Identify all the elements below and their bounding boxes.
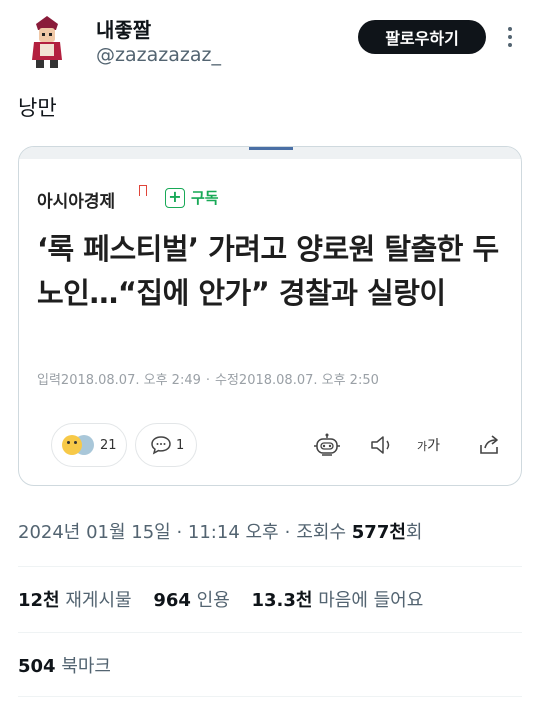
font-size-large-label: 가 bbox=[427, 438, 441, 454]
comment-count: 1 bbox=[176, 437, 185, 453]
publisher-name[interactable]: 아시아경제 bbox=[37, 187, 115, 212]
divider bbox=[18, 632, 522, 633]
reaction-count: 21 bbox=[100, 437, 117, 453]
speaker-icon[interactable] bbox=[369, 433, 395, 457]
likes-stat[interactable]: 13.3천 마음에 들어요 bbox=[252, 590, 424, 611]
follow-button[interactable]: 팔로우하기 bbox=[358, 20, 486, 54]
engagement-stats: 12천 재게시물 964 인용 13.3천 마음에 들어요 bbox=[18, 586, 423, 612]
comment-button[interactable]: 1 bbox=[135, 423, 197, 467]
bookmarks-label: 북마크 bbox=[61, 656, 111, 677]
emoji-reaction-icon bbox=[62, 435, 82, 455]
article-dates: 입력2018.08.07. 오후 2:49 · 수정2018.08.07. 오후 2… bbox=[37, 369, 379, 388]
share-icon[interactable] bbox=[477, 433, 503, 457]
comment-icon bbox=[151, 436, 171, 455]
date-separator: · bbox=[205, 373, 211, 388]
subscribe-button[interactable]: + 구독 bbox=[165, 187, 219, 208]
quotes-stat[interactable]: 964 인용 bbox=[153, 590, 229, 611]
subscribe-label: 구독 bbox=[191, 189, 219, 207]
views-count: 577천 bbox=[351, 522, 406, 543]
plus-icon: + bbox=[165, 187, 185, 208]
news-card[interactable]: 아시아경제 + 구독 ‘록 페스티벌’ 가려고 양로원 탈출한 두 노인…“집에… bbox=[18, 146, 522, 486]
input-date: 입력2018.08.07. 오후 2:49 bbox=[37, 373, 201, 388]
edit-date: 수정2018.08.07. 오후 2:50 bbox=[215, 373, 379, 388]
quotes-label: 인용 bbox=[196, 590, 230, 611]
retweets-label: 재게시물 bbox=[65, 590, 132, 611]
retweets-count: 12천 bbox=[18, 590, 60, 611]
divider bbox=[18, 696, 522, 697]
views-label: 조회수 bbox=[296, 522, 347, 543]
views-suffix: 회 bbox=[405, 522, 423, 543]
font-size-small-label: 가 bbox=[417, 440, 428, 453]
divider bbox=[18, 566, 522, 567]
likes-count: 13.3천 bbox=[251, 590, 313, 611]
article-headline[interactable]: ‘록 페스티벌’ 가려고 양로원 탈출한 두 노인…“집에 안가” 경찰과 실랑… bbox=[37, 227, 507, 315]
display-name[interactable]: 내좋짤 bbox=[96, 14, 151, 43]
tweet-meta: 2024년 01월 15일 · 11:14 오후 · 조회수 577천회 bbox=[18, 522, 423, 543]
bookmarks-stat[interactable]: 504 북마크 bbox=[18, 652, 111, 678]
robot-icon[interactable] bbox=[313, 433, 341, 459]
font-size-button[interactable]: 가가 bbox=[417, 435, 440, 455]
tweet-header: 내좋짤 @zazazazaz_ 팔로우하기 bbox=[0, 0, 540, 80]
bookmark-flag-icon bbox=[139, 185, 147, 196]
more-icon[interactable] bbox=[502, 24, 518, 50]
reaction-button[interactable]: 21 bbox=[51, 423, 127, 467]
quotes-count: 964 bbox=[153, 590, 191, 611]
card-top-indicator bbox=[249, 147, 293, 150]
retweets-stat[interactable]: 12천 재게시물 bbox=[18, 590, 132, 611]
tweet-timestamp[interactable]: 2024년 01월 15일 · 11:14 오후 bbox=[18, 522, 279, 543]
tweet-text: 낭만 bbox=[18, 96, 57, 120]
likes-label: 마음에 들어요 bbox=[318, 590, 424, 611]
avatar[interactable] bbox=[22, 14, 72, 70]
bookmarks-count: 504 bbox=[18, 656, 56, 677]
user-handle[interactable]: @zazazazaz_ bbox=[96, 44, 221, 66]
